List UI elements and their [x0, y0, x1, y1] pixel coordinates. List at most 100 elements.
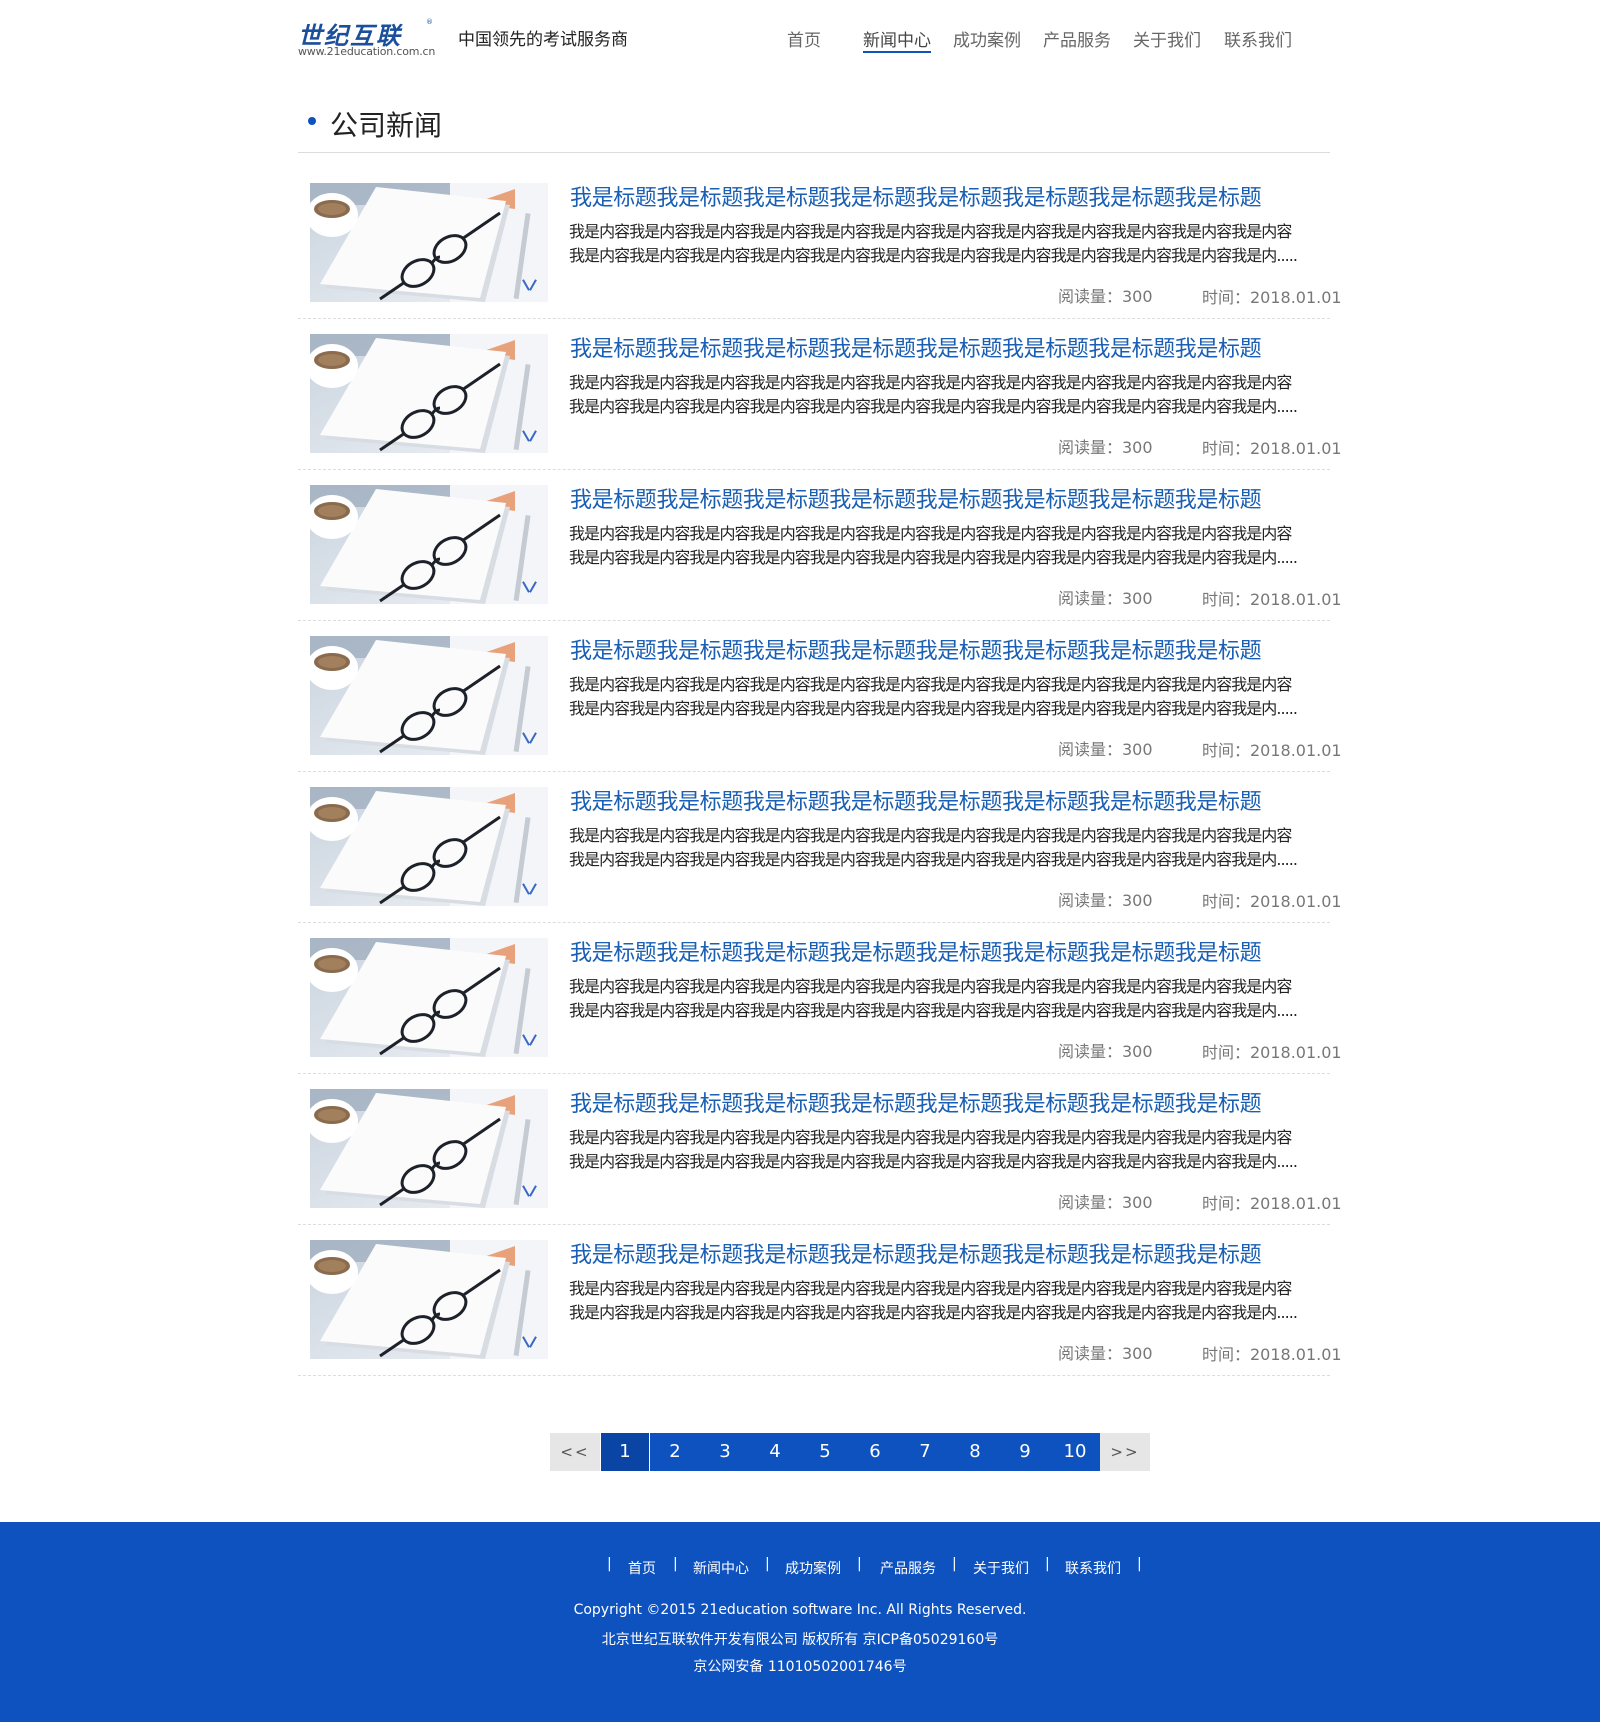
- news-item[interactable]: 我是标题我是标题我是标题我是标题我是标题我是标题我是标题我是标题 我是内容我是内…: [298, 1074, 1342, 1225]
- news-title[interactable]: 我是标题我是标题我是标题我是标题我是标题我是标题我是标题我是标题: [570, 331, 1262, 363]
- pagination-prev-button[interactable]: <<: [550, 1433, 600, 1471]
- footer-link-home[interactable]: 首页: [628, 1558, 656, 1578]
- news-excerpt-line: 我是内容我是内容我是内容我是内容我是内容我是内容我是内容我是内容我是内容我是内容…: [569, 675, 1292, 694]
- page-button-9[interactable]: 9: [1000, 1433, 1050, 1471]
- news-read-count: 阅读量：300: [1058, 1042, 1153, 1061]
- nav-about[interactable]: 关于我们: [1133, 26, 1201, 51]
- news-excerpt: 我是内容我是内容我是内容我是内容我是内容我是内容我是内容我是内容我是内容我是内容…: [569, 975, 1331, 1023]
- news-read-count: 阅读量：300: [1058, 1193, 1153, 1212]
- news-title[interactable]: 我是标题我是标题我是标题我是标题我是标题我是标题我是标题我是标题: [570, 1237, 1262, 1269]
- news-thumbnail[interactable]: [310, 334, 548, 453]
- news-excerpt: 我是内容我是内容我是内容我是内容我是内容我是内容我是内容我是内容我是内容我是内容…: [569, 1126, 1331, 1174]
- section-bullet-icon: [308, 117, 316, 125]
- news-title[interactable]: 我是标题我是标题我是标题我是标题我是标题我是标题我是标题我是标题: [570, 1086, 1262, 1118]
- news-excerpt-line: 我是内容我是内容我是内容我是内容我是内容我是内容我是内容我是内容我是内容我是内容…: [569, 826, 1292, 845]
- news-title[interactable]: 我是标题我是标题我是标题我是标题我是标题我是标题我是标题我是标题: [570, 633, 1262, 665]
- page-button-1[interactable]: 1: [600, 1433, 650, 1471]
- news-item[interactable]: 我是标题我是标题我是标题我是标题我是标题我是标题我是标题我是标题 我是内容我是内…: [298, 923, 1342, 1074]
- news-excerpt-line: 我是内容我是内容我是内容我是内容我是内容我是内容我是内容我是内容我是内容我是内容…: [569, 1128, 1292, 1147]
- footer-police-record: 京公网安备 11010502001746号: [693, 1659, 907, 1675]
- footer-link-success-cases[interactable]: 成功案例: [785, 1558, 841, 1578]
- news-excerpt-line: 我是内容我是内容我是内容我是内容我是内容我是内容我是内容我是内容我是内容我是内容…: [569, 548, 1298, 567]
- nav-success-cases[interactable]: 成功案例: [953, 26, 1021, 51]
- news-read-count: 阅读量：300: [1058, 1344, 1153, 1363]
- news-excerpt-line: 我是内容我是内容我是内容我是内容我是内容我是内容我是内容我是内容我是内容我是内容…: [569, 246, 1298, 265]
- site-header: 世纪互联 ® www.21education.com.cn 中国领先的考试服务商…: [0, 0, 1600, 80]
- footer-link-contact[interactable]: 联系我们: [1065, 1558, 1121, 1578]
- news-excerpt: 我是内容我是内容我是内容我是内容我是内容我是内容我是内容我是内容我是内容我是内容…: [569, 220, 1331, 268]
- footer-separator: |: [952, 1556, 957, 1572]
- active-nav-underline: [863, 51, 931, 53]
- news-excerpt-line: 我是内容我是内容我是内容我是内容我是内容我是内容我是内容我是内容我是内容我是内容…: [569, 1001, 1298, 1020]
- news-excerpt-line: 我是内容我是内容我是内容我是内容我是内容我是内容我是内容我是内容我是内容我是内容…: [569, 373, 1292, 392]
- news-read-count: 阅读量：300: [1058, 287, 1153, 306]
- news-thumbnail[interactable]: [310, 1089, 548, 1208]
- news-date: 时间：2018.01.01: [1202, 741, 1342, 760]
- footer-separator: |: [1137, 1556, 1142, 1572]
- news-excerpt-line: 我是内容我是内容我是内容我是内容我是内容我是内容我是内容我是内容我是内容我是内容…: [569, 222, 1292, 241]
- footer-separator: |: [607, 1556, 612, 1572]
- footer-link-products[interactable]: 产品服务: [880, 1558, 936, 1578]
- news-title[interactable]: 我是标题我是标题我是标题我是标题我是标题我是标题我是标题我是标题: [570, 180, 1262, 212]
- news-read-count: 阅读量：300: [1058, 740, 1153, 759]
- news-excerpt-line: 我是内容我是内容我是内容我是内容我是内容我是内容我是内容我是内容我是内容我是内容…: [569, 524, 1292, 543]
- news-thumbnail[interactable]: [310, 636, 548, 755]
- news-date: 时间：2018.01.01: [1202, 288, 1342, 307]
- news-excerpt-line: 我是内容我是内容我是内容我是内容我是内容我是内容我是内容我是内容我是内容我是内容…: [569, 1279, 1292, 1298]
- footer-separator: |: [1045, 1556, 1050, 1572]
- page-button-5[interactable]: 5: [800, 1433, 850, 1471]
- news-date: 时间：2018.01.01: [1202, 892, 1342, 911]
- news-title[interactable]: 我是标题我是标题我是标题我是标题我是标题我是标题我是标题我是标题: [570, 784, 1262, 816]
- nav-products[interactable]: 产品服务: [1043, 26, 1111, 51]
- page-button-6[interactable]: 6: [850, 1433, 900, 1471]
- news-thumbnail[interactable]: [310, 1240, 548, 1359]
- page-title: 公司新闻: [330, 109, 443, 142]
- news-excerpt-line: 我是内容我是内容我是内容我是内容我是内容我是内容我是内容我是内容我是内容我是内容…: [569, 1152, 1298, 1171]
- news-thumbnail[interactable]: [310, 485, 548, 604]
- news-item[interactable]: 我是标题我是标题我是标题我是标题我是标题我是标题我是标题我是标题 我是内容我是内…: [298, 470, 1342, 621]
- page-button-7[interactable]: 7: [900, 1433, 950, 1471]
- news-excerpt-line: 我是内容我是内容我是内容我是内容我是内容我是内容我是内容我是内容我是内容我是内容…: [569, 850, 1298, 869]
- page-button-10[interactable]: 10: [1050, 1433, 1100, 1471]
- main-nav: 首页 新闻中心 成功案例 产品服务 关于我们 联系我们: [0, 26, 1600, 56]
- page-button-4[interactable]: 4: [750, 1433, 800, 1471]
- news-date: 时间：2018.01.01: [1202, 1345, 1342, 1364]
- news-read-count: 阅读量：300: [1058, 891, 1153, 910]
- news-title[interactable]: 我是标题我是标题我是标题我是标题我是标题我是标题我是标题我是标题: [570, 935, 1262, 967]
- news-date: 时间：2018.01.01: [1202, 590, 1342, 609]
- news-thumbnail[interactable]: [310, 183, 548, 302]
- page-button-2[interactable]: 2: [650, 1433, 700, 1471]
- nav-contact[interactable]: 联系我们: [1224, 26, 1292, 51]
- news-item[interactable]: 我是标题我是标题我是标题我是标题我是标题我是标题我是标题我是标题 我是内容我是内…: [298, 319, 1342, 470]
- news-title[interactable]: 我是标题我是标题我是标题我是标题我是标题我是标题我是标题我是标题: [570, 482, 1262, 514]
- divider: [298, 152, 1330, 153]
- footer-link-about[interactable]: 关于我们: [973, 1558, 1029, 1578]
- news-excerpt-line: 我是内容我是内容我是内容我是内容我是内容我是内容我是内容我是内容我是内容我是内容…: [569, 1303, 1298, 1322]
- news-list: 我是标题我是标题我是标题我是标题我是标题我是标题我是标题我是标题 我是内容我是内…: [298, 168, 1342, 1376]
- news-item[interactable]: 我是标题我是标题我是标题我是标题我是标题我是标题我是标题我是标题 我是内容我是内…: [298, 621, 1342, 772]
- pagination-next-button[interactable]: >>: [1100, 1433, 1150, 1471]
- news-read-count: 阅读量：300: [1058, 589, 1153, 608]
- footer-separator: |: [857, 1556, 862, 1572]
- news-excerpt: 我是内容我是内容我是内容我是内容我是内容我是内容我是内容我是内容我是内容我是内容…: [569, 522, 1331, 570]
- news-thumbnail[interactable]: [310, 787, 548, 906]
- nav-news-center[interactable]: 新闻中心: [863, 26, 931, 53]
- news-item[interactable]: 我是标题我是标题我是标题我是标题我是标题我是标题我是标题我是标题 我是内容我是内…: [298, 168, 1342, 319]
- news-item[interactable]: 我是标题我是标题我是标题我是标题我是标题我是标题我是标题我是标题 我是内容我是内…: [298, 1225, 1342, 1376]
- news-date: 时间：2018.01.01: [1202, 439, 1342, 458]
- news-excerpt: 我是内容我是内容我是内容我是内容我是内容我是内容我是内容我是内容我是内容我是内容…: [569, 673, 1331, 721]
- nav-home[interactable]: 首页: [787, 26, 821, 51]
- news-thumbnail[interactable]: [310, 938, 548, 1057]
- page-button-3[interactable]: 3: [700, 1433, 750, 1471]
- footer-nav: | 首页 | 新闻中心 | 成功案例 | 产品服务 | 关于我们 | 联系我们 …: [0, 1556, 1600, 1578]
- registered-mark: ®: [426, 18, 433, 26]
- news-item[interactable]: 我是标题我是标题我是标题我是标题我是标题我是标题我是标题我是标题 我是内容我是内…: [298, 772, 1342, 923]
- news-excerpt: 我是内容我是内容我是内容我是内容我是内容我是内容我是内容我是内容我是内容我是内容…: [569, 371, 1331, 419]
- nav-news-center-label: 新闻中心: [863, 31, 931, 51]
- footer-link-news-center[interactable]: 新闻中心: [693, 1558, 749, 1578]
- footer-copyright: Copyright ©2015 21education software Inc…: [573, 1602, 1027, 1618]
- news-excerpt-line: 我是内容我是内容我是内容我是内容我是内容我是内容我是内容我是内容我是内容我是内容…: [569, 699, 1298, 718]
- news-date: 时间：2018.01.01: [1202, 1043, 1342, 1062]
- page-button-8[interactable]: 8: [950, 1433, 1000, 1471]
- footer-company: 北京世纪互联软件开发有限公司 版权所有 京ICP备05029160号: [601, 1632, 999, 1648]
